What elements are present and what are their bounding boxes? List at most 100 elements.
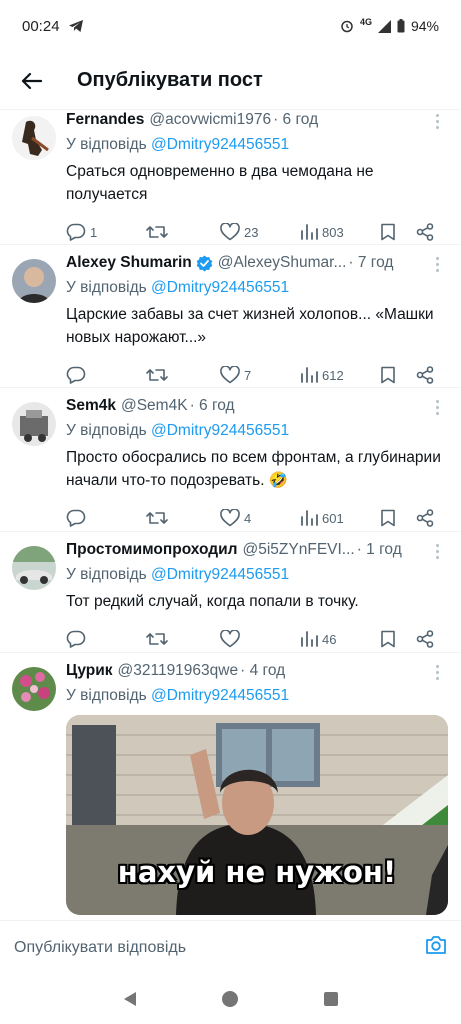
- retweet-button[interactable]: [146, 509, 220, 527]
- reply-button[interactable]: [66, 509, 146, 527]
- avatar[interactable]: [12, 259, 56, 303]
- author-name[interactable]: Простомимопроходил: [66, 541, 238, 559]
- reply-button[interactable]: [66, 366, 146, 384]
- tweet-time: · 4 год: [240, 662, 286, 679]
- views-button[interactable]: 46: [300, 631, 380, 647]
- retweet-icon: [146, 369, 168, 381]
- more-options-button[interactable]: [429, 255, 445, 273]
- tweet[interactable]: Fernandes @acovwicmi1976 · 6 год У відпо…: [0, 110, 461, 245]
- camera-button[interactable]: [425, 935, 447, 960]
- bookmark-icon: [381, 630, 395, 648]
- reply-to: У відповідь @Dmitry924456551: [66, 279, 447, 297]
- author-name[interactable]: Цурик: [66, 662, 113, 680]
- bookmark-icon: [381, 509, 395, 527]
- system-nav-bar: [0, 974, 461, 1024]
- views-icon: [301, 367, 318, 383]
- views-button[interactable]: 601: [300, 510, 380, 526]
- retweet-button[interactable]: [146, 223, 220, 241]
- bookmark-button[interactable]: [380, 630, 416, 648]
- signal-icon: [377, 19, 391, 33]
- reply-mention-link[interactable]: @Dmitry924456551: [151, 136, 289, 153]
- nav-recents-button[interactable]: [317, 985, 345, 1013]
- avatar[interactable]: [12, 402, 56, 446]
- author-name[interactable]: Alexey Shumarin: [66, 254, 192, 272]
- author-handle[interactable]: @Sem4K: [121, 397, 188, 415]
- heart-icon: [220, 223, 240, 241]
- network-label: 4G: [359, 17, 372, 27]
- more-options-button[interactable]: [429, 112, 445, 130]
- back-button[interactable]: [18, 68, 44, 94]
- views-icon: [301, 510, 318, 526]
- comment-icon: [66, 630, 86, 648]
- like-button[interactable]: 7: [220, 366, 300, 384]
- triangle-back-icon: [124, 992, 137, 1006]
- status-time: 00:24: [22, 17, 60, 35]
- author-handle[interactable]: @5i5ZYnFEVI...: [243, 541, 355, 559]
- tweet[interactable]: Простомимопроходил @5i5ZYnFEVI... · 1 го…: [0, 532, 461, 653]
- views-icon: [301, 631, 318, 647]
- like-count: 23: [244, 224, 259, 240]
- author-handle[interactable]: @acovwicmi1976: [149, 111, 271, 129]
- like-button[interactable]: 23: [220, 223, 300, 241]
- bookmark-icon: [381, 366, 395, 384]
- tweet-time: · 6 год: [273, 111, 319, 128]
- share-icon: [416, 509, 434, 527]
- reply-to: У відповідь @Dmitry924456551: [66, 566, 447, 584]
- reply-mention-link[interactable]: @Dmitry924456551: [151, 279, 289, 296]
- views-button[interactable]: 612: [300, 367, 380, 383]
- share-button[interactable]: [416, 366, 440, 384]
- reply-count: 1: [90, 224, 98, 240]
- battery-label: 94%: [410, 18, 439, 34]
- reply-to: У відповідь @Dmitry924456551: [66, 422, 447, 440]
- reply-mention-link[interactable]: @Dmitry924456551: [151, 566, 289, 583]
- author-name[interactable]: Fernandes: [66, 111, 144, 129]
- share-button[interactable]: [416, 630, 440, 648]
- like-button[interactable]: [220, 630, 300, 648]
- reply-button[interactable]: 1: [66, 223, 146, 241]
- retweet-icon: [146, 226, 168, 238]
- bookmark-button[interactable]: [380, 509, 416, 527]
- reply-prefix: У відповідь: [66, 566, 147, 583]
- like-button[interactable]: 4: [220, 509, 300, 527]
- bookmark-icon: [381, 223, 395, 241]
- reply-mention-link[interactable]: @Dmitry924456551: [151, 422, 289, 439]
- author-handle[interactable]: @AlexeyShumar...: [218, 254, 347, 272]
- retweet-button[interactable]: [146, 630, 220, 648]
- reply-mention-link[interactable]: @Dmitry924456551: [151, 687, 289, 704]
- views-count: 601: [322, 510, 344, 526]
- nav-home-button[interactable]: [216, 985, 244, 1013]
- views-count: 612: [322, 367, 344, 383]
- reply-to: У відповідь @Dmitry924456551: [66, 136, 447, 154]
- nav-back-button[interactable]: [116, 985, 144, 1013]
- status-bar: 00:24 4G 94%: [0, 0, 461, 52]
- reply-button[interactable]: [66, 630, 146, 648]
- avatar[interactable]: [12, 667, 56, 711]
- share-button[interactable]: [416, 223, 440, 241]
- more-options-button[interactable]: [429, 663, 445, 681]
- avatar[interactable]: [12, 546, 56, 590]
- app-header: Опублікувати пост: [0, 52, 461, 110]
- page-title: Опублікувати пост: [77, 69, 263, 91]
- telegram-icon: [68, 20, 83, 32]
- share-button[interactable]: [416, 509, 440, 527]
- retweet-button[interactable]: [146, 366, 220, 384]
- bookmark-button[interactable]: [380, 366, 416, 384]
- battery-icon: [397, 19, 405, 33]
- tweet[interactable]: Alexey Shumarin @AlexeyShumar... · 7 год…: [0, 245, 461, 388]
- reply-input[interactable]: Опублікувати відповідь: [14, 939, 186, 957]
- avatar[interactable]: [12, 116, 56, 160]
- more-options-button[interactable]: [429, 398, 445, 416]
- replies-feed: Fernandes @acovwicmi1976 · 6 год У відпо…: [0, 110, 461, 920]
- share-icon: [416, 223, 434, 241]
- author-handle[interactable]: @321191963qwe: [118, 662, 239, 680]
- reply-prefix: У відповідь: [66, 422, 147, 439]
- more-options-button[interactable]: [429, 542, 445, 560]
- tweet[interactable]: Цурик @321191963qwe · 4 год У відповідь …: [0, 653, 461, 920]
- views-button[interactable]: 803: [300, 224, 380, 240]
- bookmark-button[interactable]: [380, 223, 416, 241]
- heart-icon: [220, 630, 240, 648]
- tweet-media-image[interactable]: нахуй не нужон!: [66, 715, 448, 915]
- reply-prefix: У відповідь: [66, 687, 147, 704]
- tweet[interactable]: Sem4k @Sem4K · 6 год У відповідь @Dmitry…: [0, 388, 461, 532]
- author-name[interactable]: Sem4k: [66, 397, 116, 415]
